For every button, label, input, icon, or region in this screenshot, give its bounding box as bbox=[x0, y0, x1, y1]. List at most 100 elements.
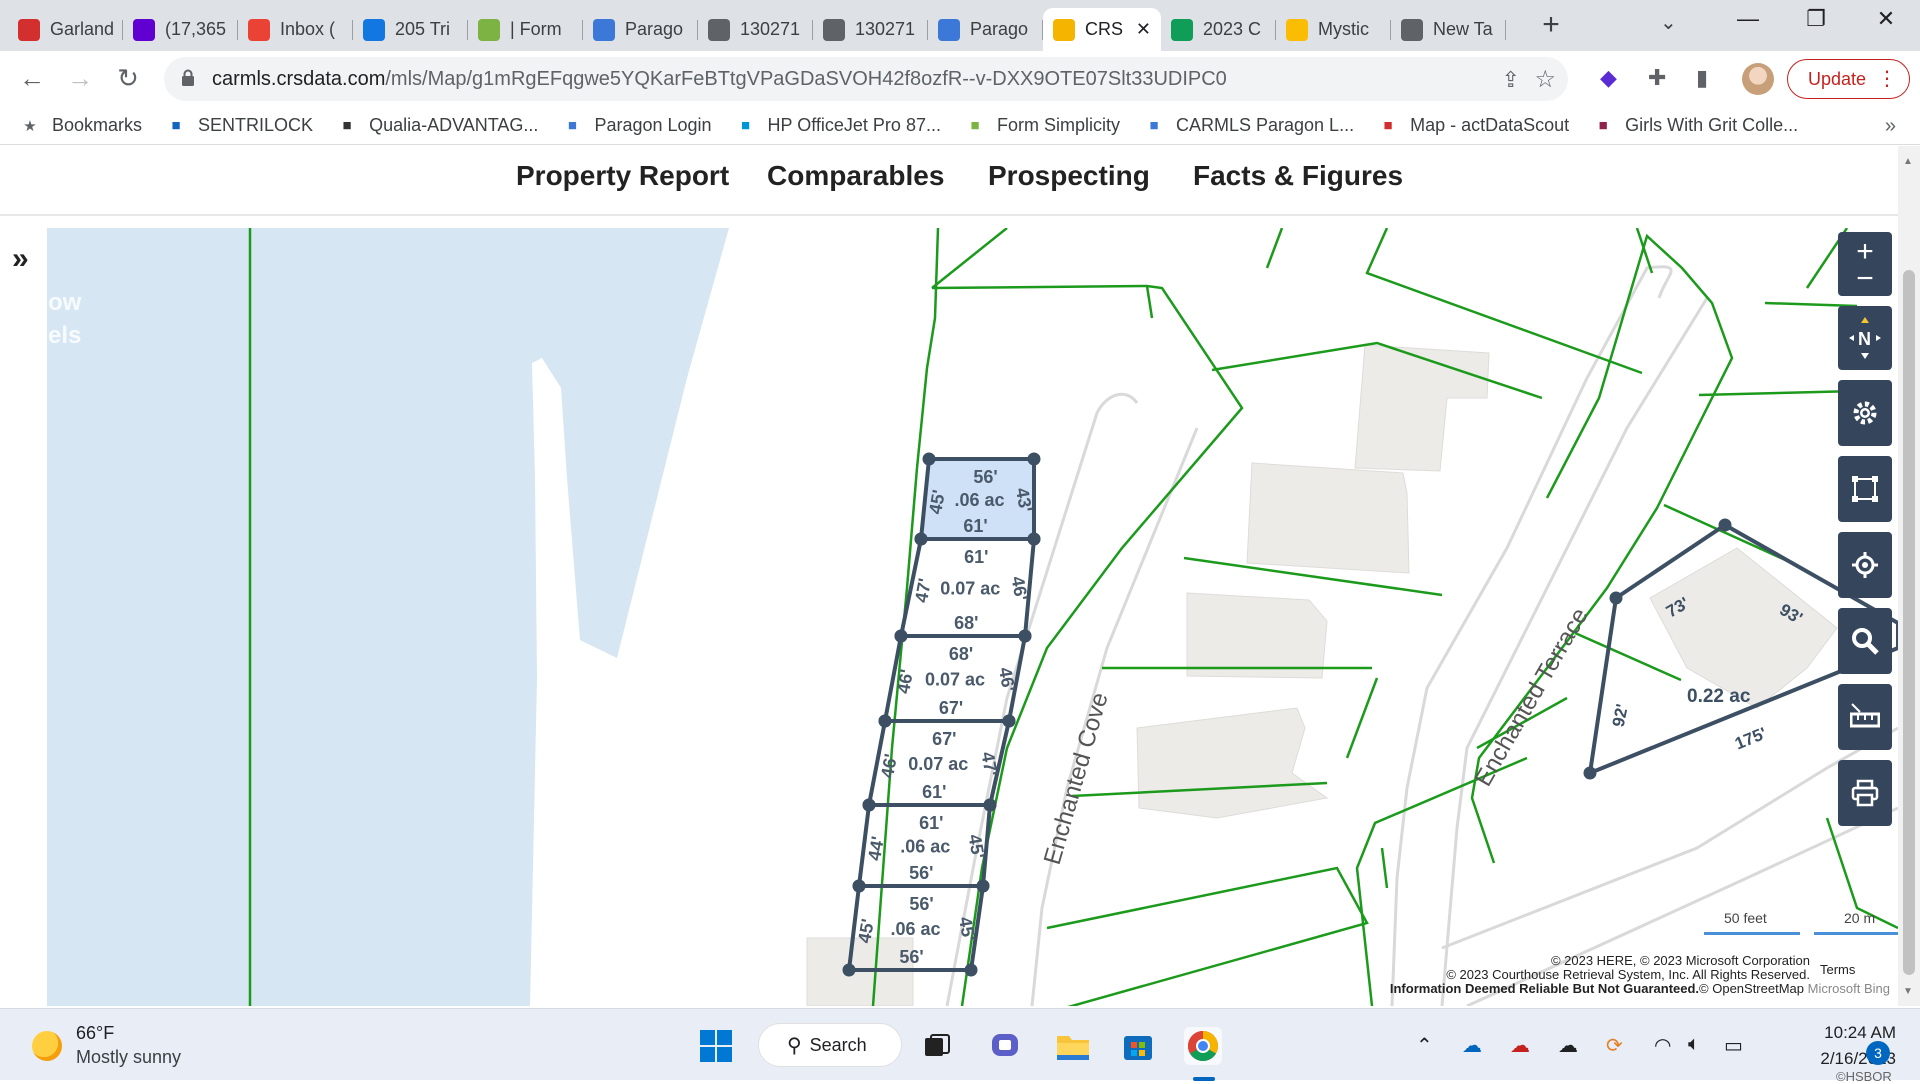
scroll-up-icon[interactable]: ▲ bbox=[1903, 156, 1913, 167]
compass-icon[interactable]: N bbox=[1838, 306, 1892, 370]
scroll-thumb[interactable] bbox=[1903, 270, 1915, 975]
task-view-icon[interactable] bbox=[918, 1027, 956, 1065]
browser-tab[interactable]: Inbox ( bbox=[238, 8, 353, 51]
browser-tab[interactable]: Garland bbox=[8, 8, 123, 51]
browser-tab[interactable]: 130271 bbox=[813, 8, 928, 51]
volume-icon[interactable]: 🔈︎ bbox=[1688, 1033, 1700, 1056]
parcel-vertex[interactable] bbox=[922, 452, 936, 466]
browser-tab[interactable]: Mystic bbox=[1276, 8, 1391, 51]
restore-icon[interactable]: ❐ bbox=[1796, 6, 1836, 32]
file-explorer-icon[interactable] bbox=[1054, 1027, 1092, 1065]
chrome-taskbar-icon[interactable] bbox=[1184, 1027, 1222, 1065]
parcel-vertex[interactable] bbox=[1002, 714, 1016, 728]
show-hidden-icons-icon[interactable]: ⌃ bbox=[1416, 1033, 1433, 1058]
update-button[interactable]: Update ⋮ bbox=[1787, 59, 1910, 99]
menu-dots-icon[interactable]: ⋮ bbox=[1877, 66, 1897, 91]
cloud-sync-icon[interactable]: ☁ bbox=[1558, 1033, 1578, 1058]
parcel-vertex[interactable] bbox=[862, 798, 876, 812]
weather-description[interactable]: Mostly sunny bbox=[76, 1047, 181, 1068]
bookmark-item[interactable]: ■ Map - actDataScout bbox=[1378, 115, 1570, 136]
browser-tab[interactable]: | Form bbox=[468, 8, 583, 51]
parcel-vertex[interactable] bbox=[894, 629, 908, 643]
parcel-vertex[interactable] bbox=[852, 879, 866, 893]
parcel-map[interactable]: 0.22 ac 73' 93' 175' 92' 56' .06 ac 61' 45'… bbox=[47, 228, 1920, 1006]
chrome-icon bbox=[1401, 18, 1423, 41]
bookmark-item[interactable]: ■ HP OfficeJet Pro 87... bbox=[736, 115, 941, 136]
minimize-icon[interactable]: — bbox=[1728, 6, 1768, 32]
parcel-vertex[interactable] bbox=[1018, 629, 1032, 643]
onedrive-icon[interactable]: ☁ bbox=[1462, 1033, 1482, 1058]
start-windows-icon[interactable] bbox=[697, 1027, 735, 1065]
parcel-vertex[interactable] bbox=[983, 798, 997, 812]
parcel-vertex[interactable] bbox=[976, 879, 990, 893]
close-tab-icon[interactable]: ✕ bbox=[1136, 19, 1151, 40]
more-bookmarks-icon[interactable]: » bbox=[1885, 115, 1896, 138]
nav-prospecting[interactable]: Prospecting bbox=[988, 160, 1150, 192]
scroll-down-icon[interactable]: ▼ bbox=[1903, 986, 1913, 997]
bookmark-item[interactable]: ■ SENTRILOCK bbox=[166, 115, 314, 136]
taskbar-search[interactable]: ⚲ Search bbox=[758, 1023, 902, 1067]
notification-badge[interactable]: 3 bbox=[1866, 1041, 1890, 1065]
profile-avatar[interactable] bbox=[1742, 63, 1774, 95]
browser-tab[interactable]: 2023 C bbox=[1161, 8, 1276, 51]
browser-tab[interactable]: New Ta bbox=[1391, 8, 1506, 51]
bookmark-item[interactable]: ■ Girls With Grit Colle... bbox=[1593, 115, 1799, 136]
settings-icon[interactable] bbox=[1838, 380, 1892, 446]
forward-icon[interactable]: → bbox=[64, 63, 96, 94]
onedrive-error-icon[interactable]: ☁ bbox=[1510, 1033, 1530, 1058]
wifi-icon[interactable]: ◠ bbox=[1654, 1033, 1671, 1058]
battery-icon[interactable]: ▭ bbox=[1724, 1033, 1743, 1058]
terms-link[interactable]: Terms bbox=[1820, 962, 1855, 977]
browser-tab[interactable]: 130271 bbox=[698, 8, 813, 51]
bookmark-item[interactable]: ■ CARMLS Paragon L... bbox=[1144, 115, 1354, 136]
back-icon[interactable]: ← bbox=[16, 63, 48, 94]
browser-tab[interactable]: Parago bbox=[928, 8, 1043, 51]
bookmark-item[interactable]: ■ Form Simplicity bbox=[965, 115, 1120, 136]
select-area-icon[interactable] bbox=[1838, 456, 1892, 522]
expand-sidebar-icon[interactable]: » bbox=[12, 242, 29, 276]
nav-property-report[interactable]: Property Report bbox=[516, 160, 729, 192]
parcel-vertex[interactable] bbox=[1027, 452, 1041, 466]
browser-tab[interactable]: 205 Tri bbox=[353, 8, 468, 51]
parcel-vertex[interactable] bbox=[878, 714, 892, 728]
extension-icon[interactable]: ◆ bbox=[1600, 65, 1617, 91]
credits-osm[interactable]: © OpenStreetMap bbox=[1699, 981, 1804, 996]
teams-chat-icon[interactable] bbox=[986, 1027, 1024, 1065]
page-scrollbar[interactable]: ▲ ▼ bbox=[1898, 146, 1920, 1006]
clock-time[interactable]: 10:24 AM bbox=[1776, 1023, 1896, 1043]
tab-search-icon[interactable]: ⌄ bbox=[1660, 10, 1677, 35]
browser-tab[interactable]: Parago bbox=[583, 8, 698, 51]
lot-parcel[interactable]: 56' .06 ac 61' 45' 43' bbox=[914, 452, 1041, 546]
search-icon[interactable] bbox=[1838, 608, 1892, 674]
nav-comparables[interactable]: Comparables bbox=[767, 160, 944, 192]
microsoft-store-icon[interactable] bbox=[1119, 1027, 1157, 1065]
bookmark-item[interactable]: ★ Bookmarks bbox=[20, 115, 142, 136]
share-icon[interactable]: ⇪ bbox=[1502, 67, 1520, 93]
print-icon[interactable] bbox=[1838, 760, 1892, 826]
side-panel-icon[interactable]: ▮ bbox=[1696, 65, 1708, 91]
measure-icon[interactable] bbox=[1838, 684, 1892, 750]
zoom-out-icon[interactable]: − bbox=[1856, 264, 1874, 294]
browser-tab[interactable]: CRS ✕ bbox=[1043, 8, 1161, 51]
weather-sun-icon[interactable] bbox=[32, 1031, 62, 1061]
browser-tab[interactable]: (17,365 bbox=[123, 8, 238, 51]
extensions-puzzle-icon[interactable]: ✚ bbox=[1648, 65, 1666, 91]
sync-status-icon[interactable]: ⟳ bbox=[1606, 1033, 1623, 1058]
parcel-vertex[interactable] bbox=[964, 963, 978, 977]
close-window-icon[interactable]: ✕ bbox=[1866, 6, 1906, 32]
locate-icon[interactable] bbox=[1838, 532, 1892, 598]
reload-icon[interactable]: ↻ bbox=[112, 63, 144, 94]
new-tab-button[interactable]: + bbox=[1533, 8, 1569, 42]
tab-label: Garland bbox=[50, 19, 113, 39]
parcel-vertex[interactable] bbox=[914, 532, 928, 546]
bookmark-star-icon[interactable]: ☆ bbox=[1534, 65, 1556, 94]
address-bar[interactable]: carmls.crsdata.com/mls/Map/g1mRgEFqgwe5Y… bbox=[164, 57, 1568, 101]
parcel-vertex[interactable] bbox=[842, 963, 856, 977]
map-canvas[interactable]: 0.22 ac 73' 93' 175' 92' 56'.06 ac61'45'… bbox=[47, 228, 1898, 1006]
bookmark-item[interactable]: ■ Paragon Login bbox=[562, 115, 712, 136]
nav-facts-figures[interactable]: Facts & Figures bbox=[1193, 160, 1403, 192]
bookmark-item[interactable]: ■ Qualia-ADVANTAG... bbox=[337, 115, 539, 136]
lock-icon[interactable] bbox=[181, 69, 195, 87]
parcel-vertex[interactable] bbox=[1027, 532, 1041, 546]
weather-temperature[interactable]: 66°F bbox=[76, 1023, 114, 1044]
